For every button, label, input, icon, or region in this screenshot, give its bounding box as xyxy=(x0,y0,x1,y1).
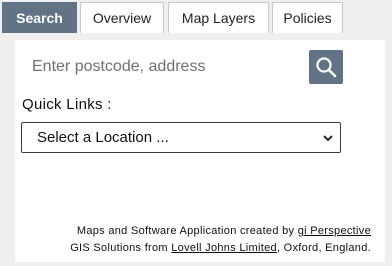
location-select[interactable]: Select a Location ... xyxy=(21,122,341,153)
tab-bar: Search Overview Map Layers Policies xyxy=(0,0,392,33)
location-select-value: Select a Location ... xyxy=(37,129,169,146)
search-input[interactable] xyxy=(20,50,300,84)
credits-line-1: Maps and Software Application created by… xyxy=(70,223,371,240)
lovell-johns-link[interactable]: Lovell Johns Limited xyxy=(171,242,277,254)
quick-links-label: Quick Links : xyxy=(22,96,112,113)
search-button[interactable] xyxy=(309,50,343,84)
tab-search[interactable]: Search xyxy=(2,2,77,33)
chevron-down-icon xyxy=(323,135,333,142)
search-icon xyxy=(316,57,337,78)
tab-map-layers[interactable]: Map Layers xyxy=(168,2,269,33)
gi-perspective-link[interactable]: gi Perspective xyxy=(298,225,371,237)
tab-overview[interactable]: Overview xyxy=(80,2,164,33)
search-panel: Quick Links : Select a Location ... Maps… xyxy=(15,40,385,262)
credits-line-1-text: Maps and Software Application created by xyxy=(76,225,295,237)
credits-line-2-suffix: , Oxford, England. xyxy=(276,242,371,254)
credits: Maps and Software Application created by… xyxy=(70,223,371,257)
credits-line-2-text: GIS Solutions from xyxy=(70,242,168,254)
tab-policies[interactable]: Policies xyxy=(272,2,343,33)
credits-line-2: GIS Solutions from Lovell Johns Limited,… xyxy=(70,240,371,257)
